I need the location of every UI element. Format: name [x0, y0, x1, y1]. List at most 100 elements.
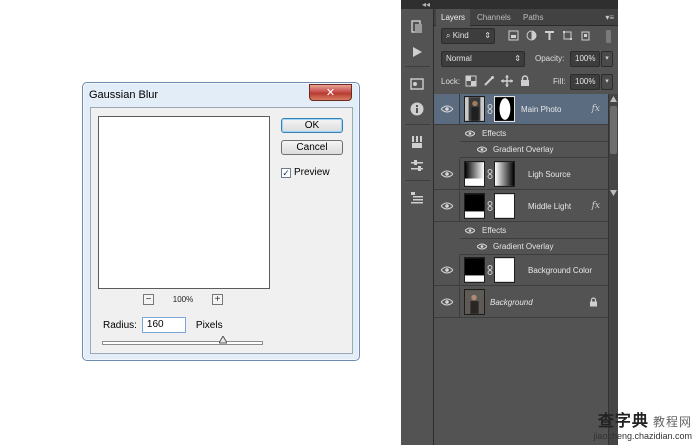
layer-main-photo[interactable]: Main Photo fx — [434, 94, 608, 125]
properties-icon[interactable] — [409, 76, 425, 92]
layer-name[interactable]: Background — [490, 287, 533, 318]
eye-icon[interactable] — [465, 130, 475, 137]
layer-background[interactable]: Background — [434, 287, 608, 318]
layers-scrollbar[interactable] — [608, 94, 618, 445]
preview-checkbox-row[interactable]: ✓ Preview — [281, 167, 330, 178]
blend-mode-select[interactable]: Normal ⇕ — [441, 51, 525, 67]
zoom-in-button[interactable]: + — [212, 293, 223, 305]
gradient-overlay-row[interactable]: Gradient Overlay — [460, 239, 608, 255]
ok-button[interactable]: OK — [281, 118, 343, 133]
opacity-input[interactable]: 100% — [570, 51, 600, 67]
pixel-filter-icon[interactable] — [508, 30, 519, 41]
effects-label: Effects — [482, 226, 507, 235]
filter-kind-select[interactable]: ⌕ Kind ⇕ — [441, 28, 495, 44]
smart-object-filter-icon[interactable] — [580, 30, 591, 41]
info-icon[interactable] — [409, 101, 425, 117]
visibility-cell[interactable] — [434, 255, 460, 285]
layers-panel: Layers Channels Paths ▾≡ ⌕ Kind ⇕ Normal… — [434, 0, 618, 445]
layer-ligh-source[interactable]: Ligh Source — [434, 159, 608, 190]
tab-layers[interactable]: Layers — [436, 9, 471, 26]
paragraph-styles-icon[interactable] — [409, 189, 425, 205]
fill-dropdown-button[interactable]: ▾ — [601, 74, 613, 90]
eye-icon[interactable] — [477, 146, 487, 153]
visibility-cell[interactable] — [434, 159, 460, 189]
scroll-up-arrow-icon[interactable] — [610, 96, 617, 102]
layer-name[interactable]: Background Color — [528, 255, 592, 286]
zoom-level: 100% — [172, 294, 194, 304]
layer-mask-thumbnail[interactable] — [494, 257, 515, 283]
scroll-thumb[interactable] — [610, 106, 617, 154]
radius-input[interactable]: 160 — [141, 317, 186, 333]
filter-toggle-switch[interactable] — [606, 30, 611, 43]
layer-thumbnail — [464, 96, 485, 122]
visibility-cell[interactable] — [434, 94, 460, 124]
lock-label: Lock: — [441, 77, 461, 86]
link-icon[interactable] — [487, 201, 493, 211]
eye-icon[interactable] — [477, 243, 487, 250]
lock-icon — [590, 297, 597, 307]
layer-mask-thumbnail[interactable] — [494, 161, 515, 187]
eye-icon[interactable] — [441, 170, 453, 178]
eye-icon[interactable] — [441, 202, 453, 210]
visibility-cell[interactable] — [434, 191, 460, 221]
fill-input[interactable]: 100% — [570, 74, 600, 90]
lock-image-pixels-icon[interactable] — [483, 75, 495, 87]
layer-background-color[interactable]: Background Color — [434, 255, 608, 286]
pixels-unit-label: Pixels — [195, 319, 223, 331]
fill-label: Fill: — [553, 77, 566, 86]
visibility-cell[interactable] — [434, 287, 460, 317]
layer-name[interactable]: Middle Light — [528, 191, 571, 222]
layer-middle-light[interactable]: Middle Light fx — [434, 191, 608, 222]
effects-row[interactable]: Effects — [460, 223, 608, 239]
scroll-down-arrow-icon[interactable] — [610, 190, 617, 196]
brush-presets-icon[interactable] — [409, 134, 425, 150]
fx-icon[interactable]: fx — [592, 94, 600, 125]
layer-name[interactable]: Ligh Source — [528, 159, 571, 190]
type-filter-icon[interactable] — [544, 30, 555, 41]
eye-icon[interactable] — [441, 105, 453, 113]
opacity-dropdown-button[interactable]: ▾ — [601, 51, 613, 67]
eye-icon[interactable] — [465, 227, 475, 234]
chevron-updown-icon: ⇕ — [484, 31, 491, 40]
fx-icon[interactable]: fx — [592, 191, 600, 222]
shape-filter-icon[interactable] — [562, 30, 573, 41]
panel-header-bar — [434, 0, 618, 9]
watermark-logo-text: 查字典 — [597, 413, 649, 430]
tab-channels[interactable]: Channels — [472, 9, 516, 26]
lock-transparent-pixels-icon[interactable] — [465, 75, 477, 87]
play-actions-icon[interactable] — [409, 44, 425, 60]
panel-menu-icon[interactable]: ▾≡ — [605, 9, 614, 26]
layer-thumbnail — [464, 289, 485, 315]
radius-slider-track[interactable] — [102, 341, 263, 345]
cancel-button[interactable]: Cancel — [281, 140, 343, 155]
eye-icon[interactable] — [441, 298, 453, 306]
lock-position-icon[interactable] — [501, 75, 513, 87]
panel-dock-strip: ◂◂ — [401, 0, 434, 445]
collapse-arrows[interactable]: ◂◂ — [401, 0, 434, 9]
zoom-out-button[interactable]: − — [143, 293, 154, 305]
tab-paths[interactable]: Paths — [518, 9, 548, 26]
history-icon[interactable] — [409, 19, 425, 35]
link-icon[interactable] — [487, 265, 493, 275]
adjustment-sliders-icon[interactable] — [409, 158, 425, 174]
lock-fill-row: Lock: Fill: 100% ▾ — [434, 71, 618, 93]
radius-slider-thumb[interactable] — [218, 336, 227, 344]
close-icon: ✕ — [325, 87, 336, 99]
gaussian-blur-dialog: Gaussian Blur ✕ − 100% + OK Cancel ✓ Pre… — [82, 82, 360, 361]
lock-all-icon[interactable] — [519, 75, 531, 87]
preview-checkbox[interactable]: ✓ — [281, 167, 291, 178]
watermark-url: jiaocheng.chazidian.com — [593, 431, 692, 441]
link-icon[interactable] — [487, 169, 493, 179]
dialog-body: − 100% + OK Cancel ✓ Preview Radius: 160… — [90, 107, 353, 354]
gradient-overlay-row[interactable]: Gradient Overlay — [460, 142, 608, 158]
dialog-title: Gaussian Blur — [89, 89, 159, 101]
layer-mask-thumbnail[interactable] — [494, 96, 515, 122]
close-button[interactable]: ✕ — [309, 84, 352, 101]
layer-mask-thumbnail[interactable] — [494, 193, 515, 219]
blur-preview-area[interactable] — [98, 116, 270, 289]
eye-icon[interactable] — [441, 266, 453, 274]
effects-row[interactable]: Effects — [460, 126, 608, 142]
link-icon[interactable] — [487, 104, 493, 114]
adjustment-filter-icon[interactable] — [526, 30, 537, 41]
layer-name[interactable]: Main Photo — [521, 94, 561, 125]
